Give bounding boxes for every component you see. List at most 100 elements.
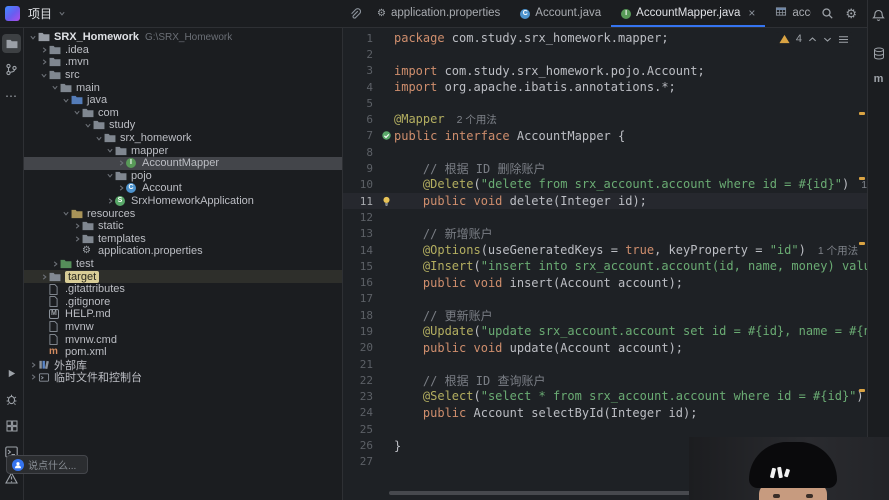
code-line[interactable]: 15 @Insert("insert into srx_account.acco…	[343, 258, 867, 274]
chat-input-overlay[interactable]: 说点什么...	[6, 455, 88, 474]
code-line[interactable]: 9 // 根据 ID 删除账户	[343, 160, 867, 176]
code-line[interactable]: 24 public Account selectById(Integer id)…	[343, 405, 867, 421]
code-line[interactable]: 20 public void update(Account account);	[343, 340, 867, 356]
notifications-icon[interactable]	[869, 6, 888, 25]
chevron-right-icon[interactable]	[116, 184, 126, 192]
tree-item-.gitattributes[interactable]: .gitattributes	[24, 283, 342, 296]
inspections-widget[interactable]: 4	[775, 32, 853, 46]
tree-item-临时文件和控制台[interactable]: 临时文件和控制台	[24, 371, 342, 384]
chevron-down-icon[interactable]	[105, 147, 115, 154]
close-tab-icon[interactable]: ×	[748, 7, 755, 19]
tree-item-AccountMapper[interactable]: IAccountMapper	[24, 157, 342, 170]
tree-item-SrxHomeworkApplication[interactable]: SSrxHomeworkApplication	[24, 195, 342, 208]
tree-item-mvnw.cmd[interactable]: mvnw.cmd	[24, 333, 342, 346]
code-line[interactable]: 2	[343, 46, 867, 62]
code-line[interactable]: 5	[343, 95, 867, 111]
project-icon[interactable]	[2, 34, 21, 53]
tree-item-test[interactable]: test	[24, 258, 342, 271]
chevron-right-icon[interactable]	[39, 273, 49, 281]
tree-item-main[interactable]: main	[24, 81, 342, 94]
horizontal-scrollbar[interactable]	[389, 491, 697, 495]
code-line[interactable]: 18 // 更新账户	[343, 307, 867, 323]
chevron-right-icon[interactable]	[105, 197, 115, 205]
chevron-down-icon[interactable]	[823, 36, 832, 43]
tree-item-.idea[interactable]: .idea	[24, 44, 342, 57]
tree-item-study[interactable]: study	[24, 119, 342, 132]
chevron-down-icon[interactable]	[28, 34, 38, 41]
tree-item-resources[interactable]: resources	[24, 207, 342, 220]
code-line[interactable]: 6@Mapper2 个用法	[343, 111, 867, 127]
tree-item-mapper[interactable]: mapper	[24, 144, 342, 157]
tree-item-templates[interactable]: templates	[24, 233, 342, 246]
inspections-menu-icon[interactable]	[838, 35, 849, 44]
commit-icon[interactable]	[2, 60, 21, 79]
tree-item-pojo[interactable]: pojo	[24, 170, 342, 183]
tree-item-application.properties[interactable]: ⚙application.properties	[24, 245, 342, 258]
chevron-right-icon[interactable]	[39, 58, 49, 66]
tab-account[interactable]: account	[765, 0, 811, 27]
chevron-right-icon[interactable]	[50, 260, 60, 268]
code-line[interactable]: 22 // 根据 ID 查询账户	[343, 372, 867, 388]
tab-application.properties[interactable]: ⚙application.properties	[367, 0, 510, 27]
chevron-down-icon[interactable]	[72, 109, 82, 116]
services-icon[interactable]	[2, 416, 21, 435]
chevron-right-icon[interactable]	[39, 46, 49, 54]
tree-item-.gitignore[interactable]: .gitignore	[24, 295, 342, 308]
tree-item-Account[interactable]: CAccount	[24, 182, 342, 195]
search-icon[interactable]	[821, 7, 834, 20]
chevron-down-icon[interactable]	[39, 72, 49, 79]
tree-item-.mvn[interactable]: .mvn	[24, 56, 342, 69]
tab-Account.java[interactable]: CAccount.java	[510, 0, 611, 27]
chevron-down-icon[interactable]	[83, 122, 93, 129]
editor[interactable]: 1package com.study.srx_homework.mapper;2…	[343, 28, 867, 500]
debug-icon[interactable]	[2, 390, 21, 409]
tab-AccountMapper.java[interactable]: IAccountMapper.java×	[611, 0, 765, 27]
chevron-down-icon[interactable]	[61, 210, 71, 217]
code-line[interactable]: 23 @Select("select * from srx_account.ac…	[343, 389, 867, 405]
database-icon[interactable]	[869, 44, 888, 63]
tree-item-HELP.md[interactable]: MHELP.md	[24, 308, 342, 321]
error-stripe[interactable]	[857, 28, 867, 500]
code-line[interactable]: 11 public void delete(Integer id);	[343, 193, 867, 209]
chevron-up-icon[interactable]	[808, 36, 817, 43]
code-line[interactable]: 12	[343, 209, 867, 225]
code-line[interactable]: 10 @Delete("delete from srx_account.acco…	[343, 177, 867, 193]
tree-item-java[interactable]: java	[24, 94, 342, 107]
code-line[interactable]: 19 @Update("update srx_account.account s…	[343, 323, 867, 339]
code-line[interactable]: 8	[343, 144, 867, 160]
code-line[interactable]: 25	[343, 421, 867, 437]
more-tool-windows-icon[interactable]: ⋯	[2, 86, 21, 105]
tree-item-com[interactable]: com	[24, 107, 342, 120]
tree-item-mvnw[interactable]: mvnw	[24, 321, 342, 334]
chevron-right-icon[interactable]	[28, 373, 38, 381]
maven-icon[interactable]: m	[869, 70, 888, 89]
chevron-right-icon[interactable]	[72, 222, 82, 230]
code-line[interactable]: 3import com.study.srx_homework.pojo.Acco…	[343, 63, 867, 79]
tree-item-src[interactable]: src	[24, 69, 342, 82]
tree-item-target[interactable]: target	[24, 270, 342, 283]
tree-item-SRX_Homework[interactable]: SRX_HomeworkG:\SRX_Homework	[24, 31, 342, 44]
chevron-right-icon[interactable]	[116, 159, 126, 167]
code-line[interactable]: 17	[343, 291, 867, 307]
tree-item-label: .gitattributes	[65, 283, 125, 295]
tree-item-static[interactable]: static	[24, 220, 342, 233]
code-line[interactable]: 13 // 新增账户	[343, 226, 867, 242]
run-icon[interactable]	[2, 364, 21, 383]
code-line[interactable]: 4import org.apache.ibatis.annotations.*;	[343, 79, 867, 95]
code-line[interactable]: 7public interface AccountMapper {	[343, 128, 867, 144]
chevron-down-icon[interactable]	[94, 135, 104, 142]
line-number: 9	[343, 162, 379, 175]
chevron-right-icon[interactable]	[72, 235, 82, 243]
app-logo[interactable]	[0, 0, 24, 27]
settings-icon[interactable]: ⚙	[845, 7, 857, 20]
paperclip-icon[interactable]	[343, 0, 367, 27]
project-tool-header[interactable]: 项目	[24, 0, 343, 27]
chevron-down-icon[interactable]	[105, 172, 115, 179]
code-line[interactable]: 21	[343, 356, 867, 372]
code-line[interactable]: 14 @Options(useGeneratedKeys = true, key…	[343, 242, 867, 258]
chevron-down-icon[interactable]	[61, 97, 71, 104]
chevron-down-icon[interactable]	[50, 84, 60, 91]
tree-item-srx_homework[interactable]: srx_homework	[24, 132, 342, 145]
chevron-right-icon[interactable]	[28, 361, 38, 369]
code-line[interactable]: 16 public void insert(Account account);	[343, 274, 867, 290]
